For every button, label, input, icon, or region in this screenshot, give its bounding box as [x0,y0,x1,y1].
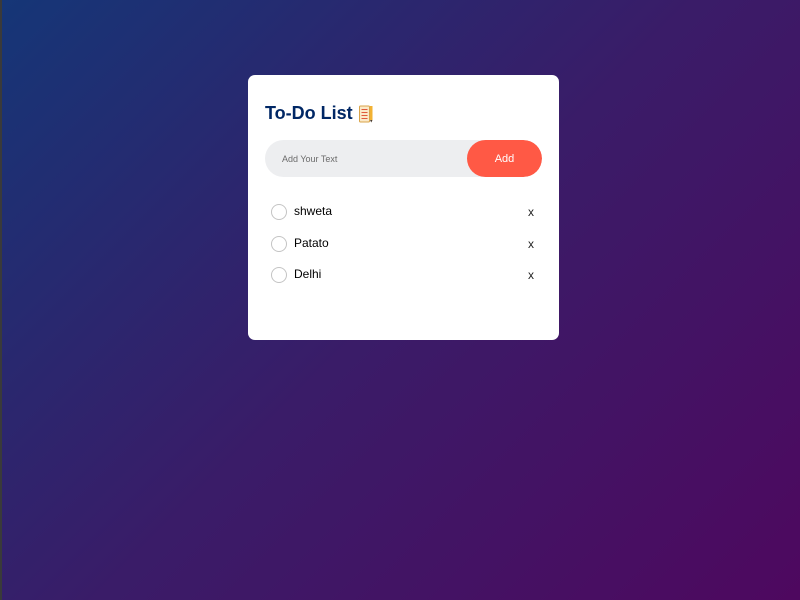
todo-app-card: To-Do List Add shweta x Patato x [248,75,559,340]
todo-item[interactable]: Delhi x [248,262,559,294]
unchecked-circle-icon[interactable] [271,235,287,252]
window-edge [0,0,2,600]
add-button[interactable]: Add [467,140,542,177]
delete-x-icon[interactable]: x [528,268,534,282]
title-row: To-Do List [265,103,373,124]
notepad-icon [358,105,373,123]
page-title: To-Do List [265,103,353,123]
delete-x-icon[interactable]: x [528,237,534,251]
todo-list: shweta x Patato x Delhi x [248,199,559,294]
todo-item[interactable]: shweta x [248,199,559,231]
delete-x-icon[interactable]: x [528,205,534,219]
unchecked-circle-icon[interactable] [271,267,287,283]
todo-item[interactable]: Patato x [248,231,559,263]
todo-item-text: shweta [294,204,333,218]
todo-item-text: Patato [294,235,329,250]
task-input[interactable] [265,140,465,177]
todo-item-text: Delhi [294,267,322,281]
unchecked-circle-icon[interactable] [271,204,287,220]
input-row: Add [265,140,542,177]
